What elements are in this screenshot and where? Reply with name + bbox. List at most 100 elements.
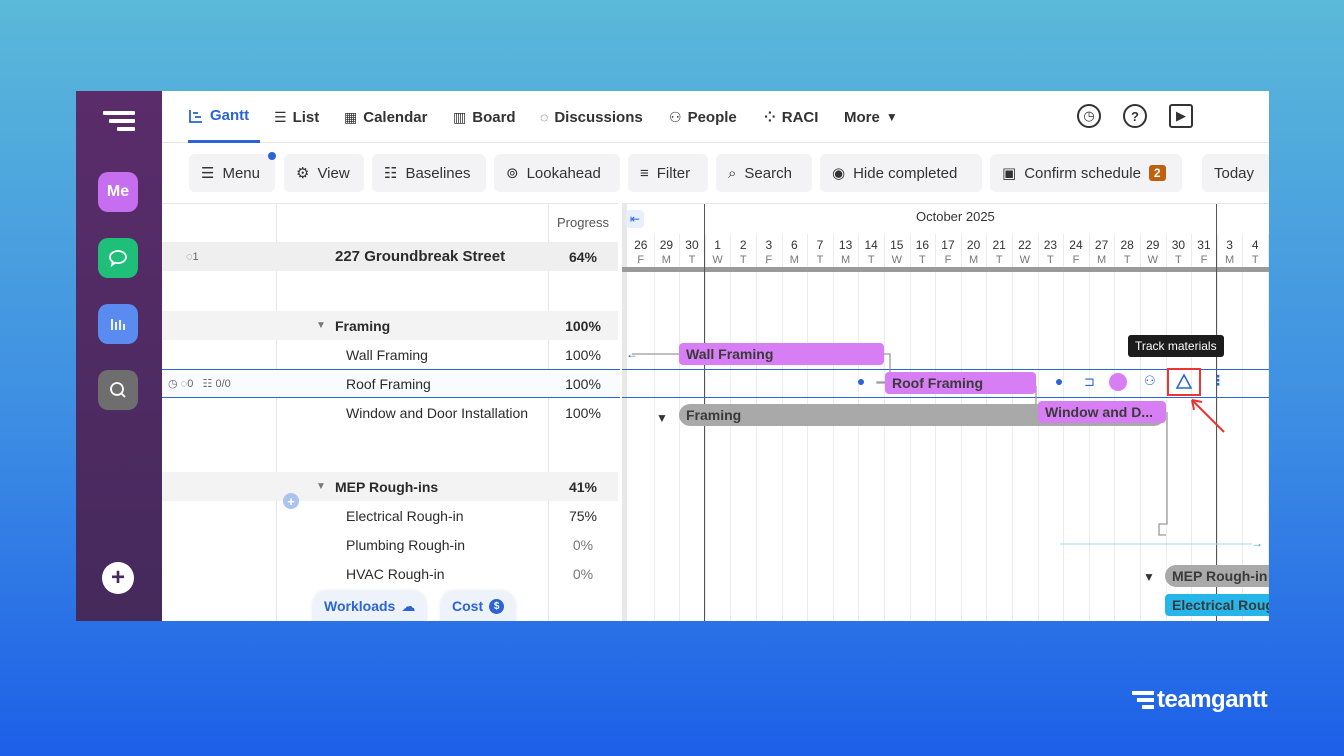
project-name: 227 Groundbreak Street <box>335 248 506 265</box>
left-rail: Me + <box>76 91 162 621</box>
bar-chart-icon <box>111 319 125 330</box>
reports-button[interactable] <box>98 304 138 344</box>
group-row[interactable]: ▼ Framing 100% <box>162 311 618 340</box>
tab-label: Discussions <box>554 108 643 126</box>
tab-label: Gantt <box>210 107 250 124</box>
task-row[interactable]: Wall Framing 100% <box>162 340 618 369</box>
roof-framing-bar[interactable]: Roof Framing <box>885 372 1036 394</box>
checklist-icon[interactable]: ☷ <box>203 378 213 390</box>
gantt-icon <box>189 109 202 123</box>
task-row[interactable]: Window and Door Installation 100% <box>162 398 618 427</box>
group-name: MEP Rough-ins <box>335 478 439 495</box>
binoculars-icon: ⊚ <box>506 165 519 182</box>
checklist-count: 0/0 <box>215 378 231 390</box>
annotation-arrow-icon <box>1191 399 1225 433</box>
tab-people[interactable]: ⚇ People <box>669 91 737 143</box>
comment-icon[interactable]: ◌1 <box>186 251 199 263</box>
group-row[interactable]: ▼ MEP Rough-ins 41% <box>162 472 618 501</box>
brand-text: teamgantt <box>1157 686 1268 713</box>
add-button[interactable]: + <box>102 562 134 594</box>
progress-header: Progress <box>557 215 610 230</box>
cost-button[interactable]: Cost $ <box>440 591 517 621</box>
wall-framing-bar[interactable]: Wall Framing <box>679 343 884 365</box>
today-button[interactable]: Today <box>1202 154 1269 192</box>
more-options-icon[interactable]: ⋮ <box>1211 372 1225 389</box>
calendar-icon: ▦ <box>344 108 358 125</box>
task-row-selected[interactable]: ◷ ◌0 ☷ 0/0 Roof Framing 100% <box>162 369 620 398</box>
lookahead-button[interactable]: ⊚ Lookahead <box>494 154 620 192</box>
tab-label: More <box>844 108 880 126</box>
confirm-schedule-label: Confirm schedule <box>1024 164 1141 182</box>
dot-icon[interactable] <box>1056 379 1062 385</box>
tab-label: RACI <box>781 108 819 126</box>
view-button[interactable]: ⚙ View <box>284 154 364 192</box>
comment-count: 1 <box>192 250 199 263</box>
tab-discussions[interactable]: ◌ Discussions <box>540 91 643 143</box>
comment-add-icon[interactable]: ⊐ <box>1084 374 1095 390</box>
brand-logo: teamgantt <box>1132 686 1268 714</box>
task-row[interactable]: HVAC Rough-in 0% <box>162 559 618 588</box>
gantt-chart: ⇤ October 2025 26 F 29 M 30 T 1 W 2 T 3 F 6 M 7 T 13 M 14 T… <box>622 203 1269 621</box>
arrow-left-icon[interactable]: ← <box>626 347 638 361</box>
menu-label: Menu <box>222 164 260 182</box>
help-icon[interactable]: ? <box>1123 104 1147 128</box>
group-name: Framing <box>335 317 391 334</box>
task-progress: 100% <box>565 404 601 421</box>
collapse-caret-icon[interactable]: ▼ <box>316 320 326 331</box>
electrical-bar[interactable]: Electrical Roug <box>1165 594 1269 616</box>
hamburger-icon: ☰ <box>201 165 215 182</box>
search-button[interactable]: ⌕ Search <box>716 154 812 192</box>
clock-icon[interactable]: ◷ <box>168 378 178 390</box>
project-row[interactable]: ◌1 227 Groundbreak Street 64% <box>162 242 618 271</box>
timer-icon[interactable]: ◷ <box>1077 104 1101 128</box>
arrow-right-icon[interactable]: → <box>1251 536 1263 550</box>
video-icon[interactable]: ▶ <box>1169 104 1193 128</box>
hide-completed-button[interactable]: ◉ Hide completed <box>820 154 982 192</box>
discussions-icon: ◌ <box>540 109 549 125</box>
hide-completed-label: Hide completed <box>853 164 958 182</box>
color-picker-icon[interactable] <box>1109 373 1127 391</box>
task-progress: 100% <box>565 375 601 392</box>
chat-button[interactable] <box>98 238 138 278</box>
plus-icon: + <box>110 564 125 591</box>
group-progress: 41% <box>568 478 598 495</box>
board-icon: ▥ <box>453 108 467 125</box>
project-progress: 64% <box>568 248 598 265</box>
baselines-button[interactable]: ☷ Baselines <box>372 154 486 192</box>
expand-caret-icon[interactable]: ▼ <box>1143 570 1155 584</box>
expand-caret-icon[interactable]: ▼ <box>656 411 668 425</box>
tab-gantt[interactable]: Gantt <box>188 91 260 143</box>
list-icon: ☰ <box>274 108 287 125</box>
search-icon <box>110 382 126 398</box>
workloads-icon: ☁ <box>401 597 416 614</box>
tab-board[interactable]: ▥ Board <box>453 91 516 143</box>
chevron-down-icon: ▼ <box>885 110 898 124</box>
cost-label: Cost <box>452 598 484 614</box>
workloads-button[interactable]: Workloads ☁ <box>312 591 428 621</box>
track-materials-button[interactable] <box>1167 368 1201 396</box>
confirm-schedule-button[interactable]: ▣ Confirm schedule 2 <box>990 154 1182 192</box>
me-button[interactable]: Me <box>98 172 138 212</box>
task-meta: ◷ ◌0 ☷ 0/0 <box>168 377 231 390</box>
tab-list[interactable]: ☰ List <box>274 91 319 143</box>
task-name: Roof Framing <box>346 375 431 392</box>
task-row[interactable]: Electrical Rough-in 75% <box>162 501 618 530</box>
mep-group-bar[interactable]: MEP Rough-in <box>1165 565 1269 587</box>
window-door-bar[interactable]: Window and D... <box>1038 401 1166 423</box>
tab-more[interactable]: More ▼ <box>844 91 898 143</box>
task-progress: 100% <box>565 346 601 363</box>
menu-button[interactable]: ☰ Menu <box>189 154 275 192</box>
task-row[interactable]: Plumbing Rough-in 0% <box>162 530 618 559</box>
top-nav: Gantt ☰ List ▦ Calendar ▥ Board ◌ Discussion… <box>162 91 1269 143</box>
filter-button[interactable]: ≡ Filter <box>628 154 708 192</box>
app-logo-icon[interactable] <box>103 111 135 133</box>
milestone-dot[interactable] <box>858 379 864 385</box>
tab-raci[interactable]: ⁘ RACI <box>764 91 818 143</box>
filter-icon: ≡ <box>640 164 649 182</box>
search-rail-button[interactable] <box>98 370 138 410</box>
assign-person-icon[interactable]: ⚇ <box>1144 373 1156 389</box>
baselines-icon: ☷ <box>384 165 398 182</box>
tab-calendar[interactable]: ▦ Calendar <box>344 91 427 143</box>
baselines-label: Baselines <box>405 164 471 182</box>
collapse-caret-icon[interactable]: ▼ <box>316 481 326 492</box>
